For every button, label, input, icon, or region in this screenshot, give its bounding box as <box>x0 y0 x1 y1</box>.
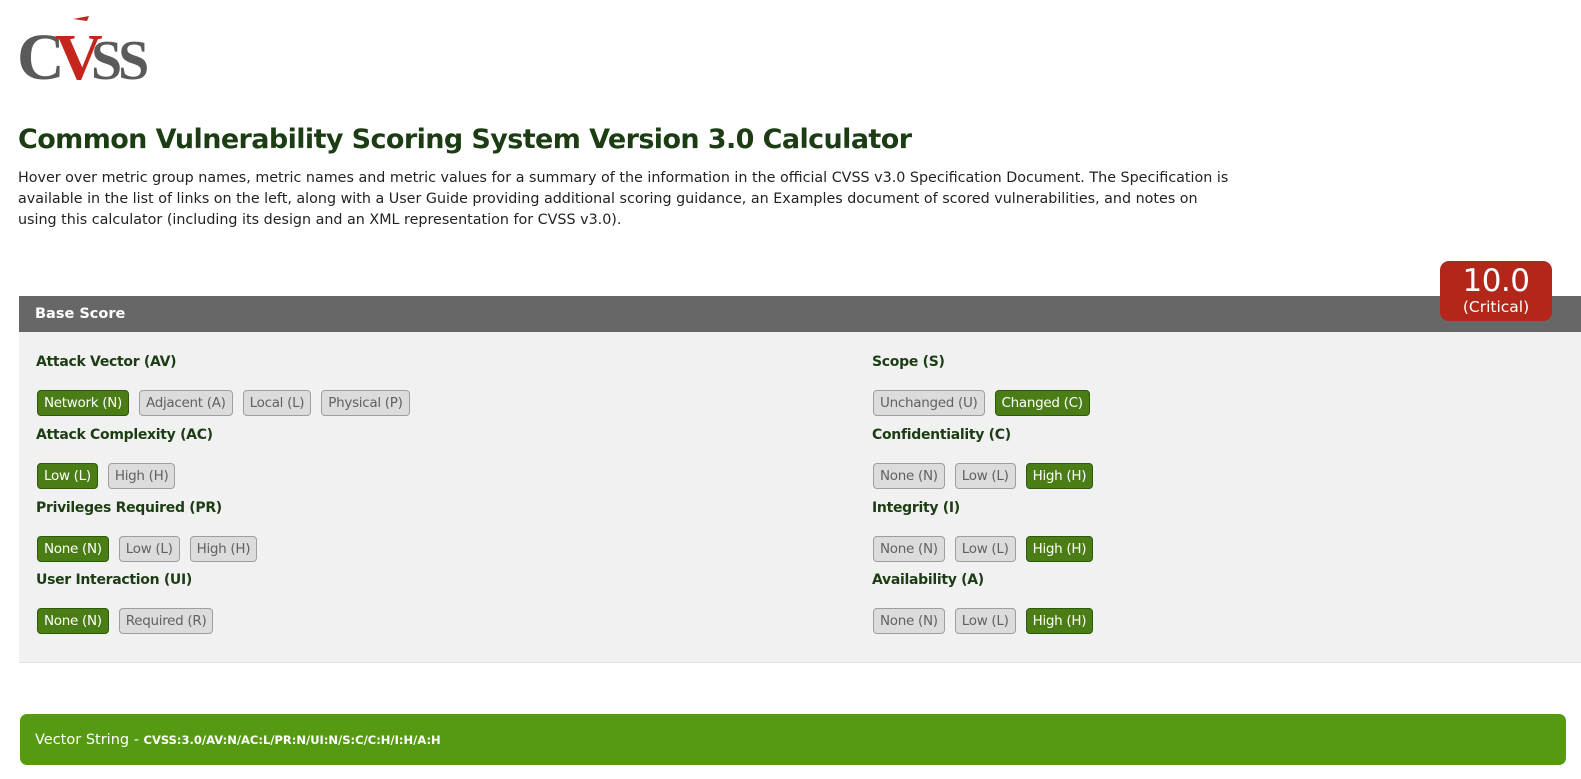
option-ac-0[interactable]: Low (L) <box>37 463 98 489</box>
score-severity: (Critical) <box>1462 298 1530 316</box>
option-i-0[interactable]: None (N) <box>873 536 945 562</box>
metric-options-pr: None (N) Low (L) High (H) <box>37 536 258 562</box>
option-pr-0[interactable]: None (N) <box>37 536 109 562</box>
svg-text:C: C <box>17 21 60 85</box>
metric-title-s[interactable]: Scope (S) <box>872 354 945 370</box>
metric-title-i[interactable]: Integrity (I) <box>872 500 960 516</box>
metric-options-s: Unchanged (U) Changed (C) <box>873 390 1090 416</box>
option-pr-2[interactable]: High (H) <box>189 536 258 562</box>
intro-text: Hover over metric group names, metric na… <box>18 170 1229 228</box>
svg-text:SS: SS <box>91 30 147 85</box>
option-av-2[interactable]: Local (L) <box>242 390 312 416</box>
option-av-3[interactable]: Physical (P) <box>321 390 410 416</box>
option-av-0[interactable]: Network (N) <box>37 390 129 416</box>
metric-options-a: None (N) Low (L) High (H) <box>873 608 1094 634</box>
vector-string-label: Vector String - <box>35 732 144 748</box>
metric-options-c: None (N) Low (L) High (H) <box>873 463 1094 489</box>
score-value: 10.0 <box>1462 263 1530 299</box>
metric-title-pr[interactable]: Privileges Required (PR) <box>36 500 222 516</box>
option-av-1[interactable]: Adjacent (A) <box>139 390 233 416</box>
option-pr-1[interactable]: Low (L) <box>118 536 180 562</box>
metric-options-ac: Low (L) High (H) <box>37 463 176 489</box>
base-score-panel <box>19 332 1581 663</box>
metric-title-ac[interactable]: Attack Complexity (AC) <box>36 427 213 443</box>
metric-title-av[interactable]: Attack Vector (AV) <box>36 354 177 370</box>
option-ac-1[interactable]: High (H) <box>107 463 176 489</box>
metric-options-i: None (N) Low (L) High (H) <box>873 536 1094 562</box>
option-c-2[interactable]: High (H) <box>1025 463 1094 489</box>
metric-title-c[interactable]: Confidentiality (C) <box>872 427 1011 443</box>
option-i-1[interactable]: Low (L) <box>954 536 1016 562</box>
vector-string-value[interactable]: CVSS:3.0/AV:N/AC:L/PR:N/UI:N/S:C/C:H/I:H… <box>144 733 441 747</box>
score-badge: 10.0 (Critical) <box>1440 261 1552 321</box>
option-i-2[interactable]: High (H) <box>1025 536 1094 562</box>
option-ui-1[interactable]: Required (R) <box>118 608 214 634</box>
option-a-1[interactable]: Low (L) <box>954 608 1016 634</box>
option-a-2[interactable]: High (H) <box>1025 608 1094 634</box>
cvss-logo: C V SS <box>17 16 147 85</box>
vector-string-bar: Vector String - CVSS:3.0/AV:N/AC:L/PR:N/… <box>20 714 1566 765</box>
option-s-0[interactable]: Unchanged (U) <box>873 390 985 416</box>
option-a-0[interactable]: None (N) <box>873 608 945 634</box>
option-c-0[interactable]: None (N) <box>873 463 945 489</box>
metric-title-a[interactable]: Availability (A) <box>872 572 984 588</box>
option-s-1[interactable]: Changed (C) <box>994 390 1090 416</box>
metric-title-ui[interactable]: User Interaction (UI) <box>36 572 192 588</box>
option-ui-0[interactable]: None (N) <box>37 608 109 634</box>
base-score-header[interactable]: Base Score <box>19 296 1581 332</box>
metric-options-ui: None (N) Required (R) <box>37 608 214 634</box>
option-c-1[interactable]: Low (L) <box>954 463 1016 489</box>
metric-options-av: Network (N) Adjacent (A) Local (L) Physical… <box>37 390 410 416</box>
page-title: Common Vulnerability Scoring System Vers… <box>18 124 912 155</box>
